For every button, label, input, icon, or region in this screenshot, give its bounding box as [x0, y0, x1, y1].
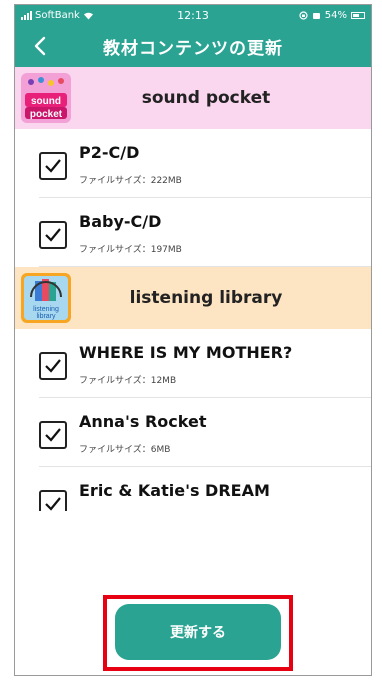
nav-bar: 教材コンテンツの更新: [15, 25, 371, 67]
bottom-area: 更新する: [15, 537, 371, 675]
checkmark-icon: [45, 359, 61, 373]
listening-library-logo: listening library: [21, 273, 71, 323]
list-item[interactable]: WHERE IS MY MOTHER? ファイルサイズ：12MB: [15, 329, 371, 398]
logo-text-library: library: [36, 313, 56, 320]
checkbox[interactable]: [39, 352, 67, 380]
item-file-size: ファイルサイズ：197MB: [79, 245, 182, 255]
phone-screen: SoftBank 12:13 54% 教材コンテンツの更新 sound pock…: [14, 4, 372, 676]
checkmark-icon: [45, 159, 61, 173]
item-text: WHERE IS MY MOTHER? ファイルサイズ：12MB: [79, 343, 292, 386]
item-title: Anna's Rocket: [79, 412, 207, 431]
status-bar: SoftBank 12:13 54%: [15, 5, 371, 25]
sound-pocket-logo: sound pocket: [21, 73, 71, 123]
back-button[interactable]: [25, 31, 55, 61]
item-text: P2-C/D ファイルサイズ：222MB: [79, 143, 182, 186]
checkbox[interactable]: [39, 152, 67, 180]
item-title: WHERE IS MY MOTHER?: [79, 343, 293, 362]
logo-text-pocket: pocket: [30, 109, 63, 120]
item-title: P2-C/D: [79, 143, 140, 162]
logo-text-sound: sound: [31, 96, 61, 107]
item-title: Baby-C/D: [79, 212, 162, 231]
battery-icon: [351, 11, 365, 19]
list-item[interactable]: P2-C/D ファイルサイズ：222MB: [15, 129, 371, 198]
list-item[interactable]: Eric & Katie's DREAM: [15, 467, 371, 511]
item-title: Eric & Katie's DREAM: [79, 481, 270, 500]
list-item[interactable]: Baby-C/D ファイルサイズ：197MB: [15, 198, 371, 267]
list-item[interactable]: Anna's Rocket ファイルサイズ：6MB: [15, 398, 371, 467]
checkmark-icon: [45, 428, 61, 442]
section-header-listening-library: listening library listening library: [15, 267, 371, 329]
item-file-size: ファイルサイズ：6MB: [79, 445, 171, 455]
checkbox[interactable]: [39, 421, 67, 449]
update-button[interactable]: 更新する: [115, 604, 281, 660]
item-text: Anna's Rocket ファイルサイズ：6MB: [79, 412, 206, 455]
checkbox[interactable]: [39, 490, 67, 511]
chevron-left-icon: [34, 36, 46, 56]
item-file-size: ファイルサイズ：12MB: [79, 376, 177, 386]
status-time: 12:13: [177, 8, 209, 22]
item-text: Baby-C/D ファイルサイズ：197MB: [79, 212, 182, 255]
list-clip: Eric & Katie's DREAM: [15, 467, 371, 511]
section-header-sound-pocket: sound pocket sound pocket: [15, 67, 371, 129]
checkbox[interactable]: [39, 221, 67, 249]
checkmark-icon: [45, 228, 61, 242]
item-text: Eric & Katie's DREAM: [79, 481, 270, 500]
page-title: 教材コンテンツの更新: [103, 38, 283, 59]
checkmark-icon: [45, 497, 61, 511]
logo-text-listening: listening: [33, 306, 59, 313]
item-file-size: ファイルサイズ：222MB: [79, 176, 182, 186]
